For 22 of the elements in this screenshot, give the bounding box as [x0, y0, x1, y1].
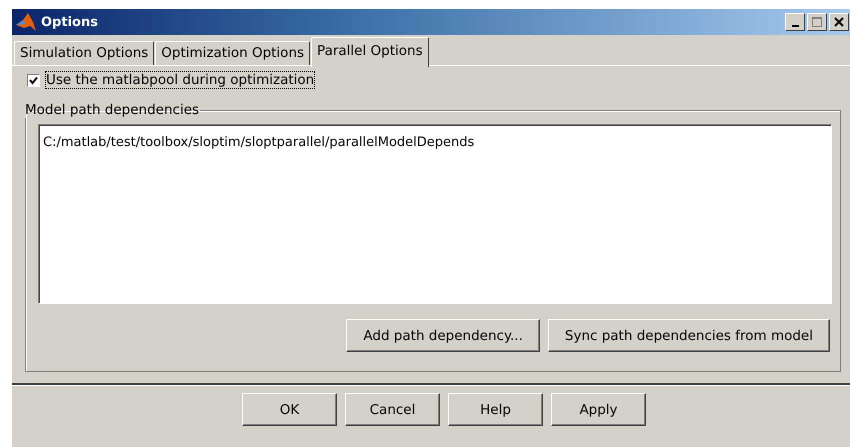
checkbox-label[interactable]: Use the matlabpool during optimization: [46, 72, 314, 88]
close-icon: [834, 17, 844, 27]
ok-button[interactable]: OK: [242, 393, 337, 426]
minimize-icon: [792, 24, 798, 26]
maximize-button[interactable]: [807, 13, 827, 31]
window-title: Options: [41, 14, 99, 30]
sync-paths-button[interactable]: Sync path dependencies from model: [548, 319, 830, 352]
tab[interactable]: Optimization Options: [155, 41, 310, 65]
list-item[interactable]: C:/matlab/test/toolbox/sloptim/sloptparallel/parallelModelDepends: [43, 135, 827, 150]
help-button[interactable]: Help: [448, 393, 543, 426]
cancel-button[interactable]: Cancel: [345, 393, 440, 426]
checkbox[interactable]: [27, 74, 40, 86]
tab[interactable]: Parallel Options: [311, 37, 429, 67]
group-title: Model path dependencies: [24, 102, 200, 118]
minimize-button[interactable]: [785, 13, 805, 31]
add-path-button[interactable]: Add path dependency...: [346, 319, 540, 352]
maximize-icon: [811, 16, 823, 28]
apply-button[interactable]: Apply: [551, 393, 646, 426]
tab[interactable]: Simulation Options: [14, 41, 154, 65]
path-list[interactable]: C:/matlab/test/toolbox/sloptim/sloptparallel/parallelModelDepends: [38, 124, 832, 304]
app-logo-icon: [15, 12, 37, 32]
close-button[interactable]: [829, 13, 849, 31]
